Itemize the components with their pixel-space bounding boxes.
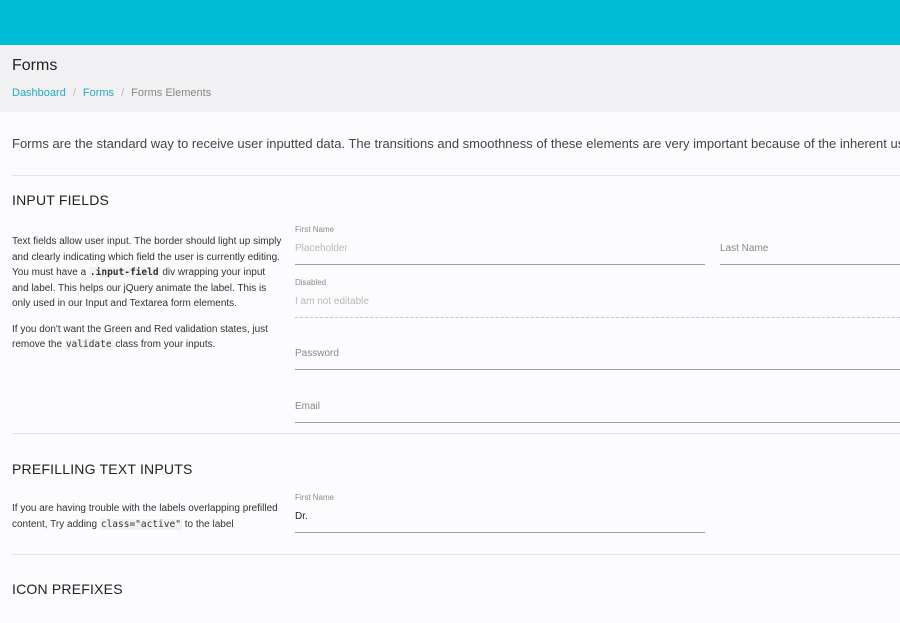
prefilling-heading: PREFILLING TEXT INPUTS (12, 461, 193, 477)
input-fields-description: Text fields allow user input. The border… (12, 234, 282, 363)
section-divider (12, 433, 900, 434)
first-name-underline (295, 264, 705, 265)
last-name-underline (720, 264, 900, 265)
code-input-field: .input-field (88, 267, 160, 278)
email-underline (295, 422, 900, 423)
breadcrumb-separator: / (121, 87, 125, 99)
page-header: Forms Dashboard / Forms / Forms Elements (0, 45, 900, 112)
first-name-input[interactable]: Placeholder (295, 243, 348, 254)
disabled-label: Disabled (295, 278, 327, 287)
breadcrumb-separator: / (72, 87, 76, 99)
last-name-field[interactable]: Last Name (720, 225, 900, 267)
section-divider (12, 175, 900, 176)
breadcrumb-current: Forms Elements (131, 87, 212, 99)
code-class-active: class="active" (99, 518, 182, 530)
prefilled-first-name-underline (295, 532, 705, 533)
breadcrumb: Dashboard / Forms / Forms Elements (12, 87, 211, 99)
first-name-field[interactable]: First Name Placeholder (295, 225, 705, 267)
input-fields-desc-paragraph-2: If you don't want the Green and Red vali… (12, 323, 268, 350)
input-fields-heading: INPUT FIELDS (12, 192, 110, 208)
prefilled-first-name-label: First Name (295, 493, 335, 502)
prefilling-description: If you are having trouble with the label… (12, 501, 282, 542)
disabled-underline (295, 317, 900, 318)
input-fields-desc-paragraph-1: Text fields allow user input. The border… (12, 236, 282, 309)
breadcrumb-dashboard-link[interactable]: Dashboard (12, 87, 66, 99)
disabled-input: I am not editable (295, 296, 369, 307)
email-input[interactable]: Email (295, 401, 320, 412)
password-field[interactable]: Password (295, 330, 900, 372)
intro-text: Forms are the standard way to receive us… (12, 136, 900, 151)
prefilled-first-name-input[interactable]: Dr. (295, 511, 308, 522)
page-title: Forms (12, 57, 58, 74)
password-input[interactable]: Password (295, 348, 339, 359)
prefilling-desc-paragraph: If you are having trouble with the label… (12, 503, 278, 530)
breadcrumb-forms-link[interactable]: Forms (83, 87, 114, 99)
password-underline (295, 369, 900, 370)
first-name-label: First Name (295, 225, 335, 234)
section-divider (12, 554, 900, 555)
code-validate: validate (64, 339, 113, 350)
email-field[interactable]: Email (295, 383, 900, 425)
disabled-field: Disabled I am not editable (295, 278, 900, 320)
prefilled-first-name-field[interactable]: First Name Dr. (295, 493, 705, 535)
last-name-input[interactable]: Last Name (720, 243, 768, 254)
icon-prefixes-heading: ICON PREFIXES (12, 581, 123, 597)
top-app-bar (0, 0, 900, 45)
